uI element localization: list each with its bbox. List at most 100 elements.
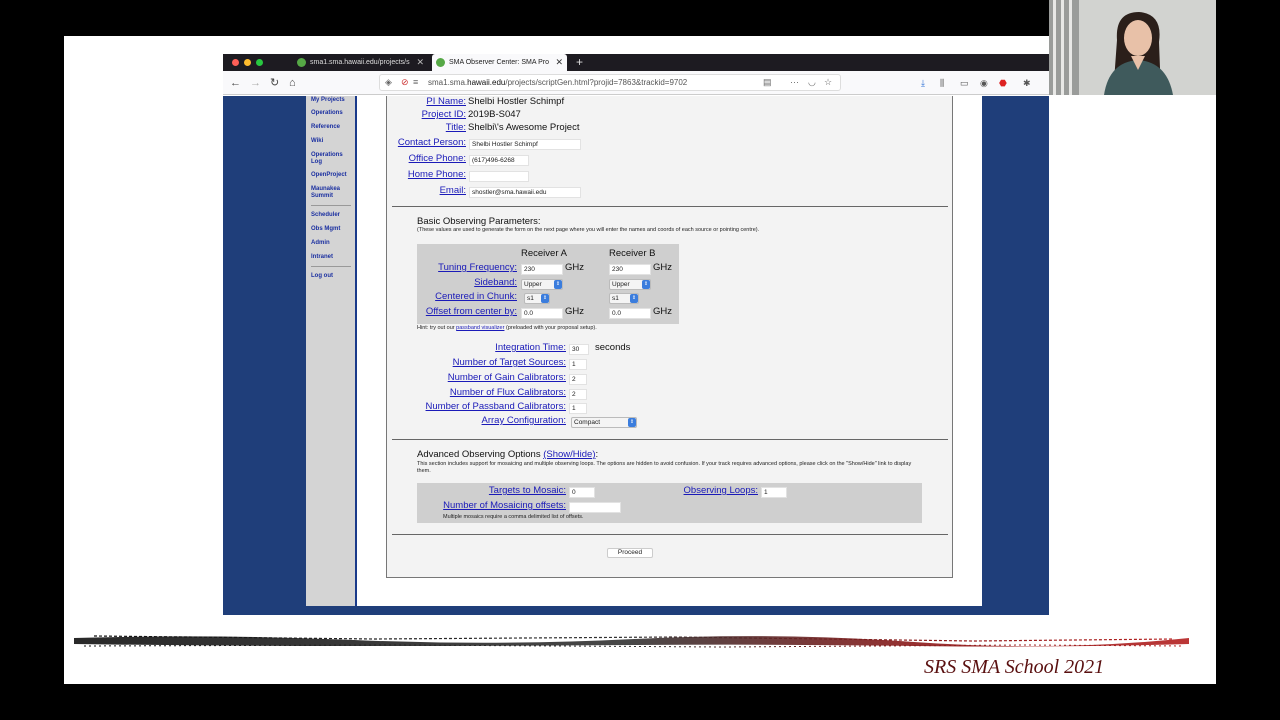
- proceed-button[interactable]: Proceed: [607, 548, 653, 558]
- nav-openproject[interactable]: OpenProject: [311, 172, 355, 179]
- permissions-icon[interactable]: ≡: [413, 75, 418, 90]
- tuning-frequency-label[interactable]: Tuning Frequency:: [438, 262, 517, 273]
- reload-icon[interactable]: ↻: [270, 75, 279, 91]
- targets-to-mosaic-field[interactable]: 0: [569, 487, 595, 498]
- tuning-frequency-b-field[interactable]: 230: [609, 264, 651, 275]
- tab-2[interactable]: SMA Observer Center: SMA Pro ✕: [432, 54, 567, 71]
- download-icon[interactable]: ⤓: [921, 76, 925, 90]
- url-bar[interactable]: ◈ ⊘ ≡ sma1.sma.hawaii.edu/projects/scrip…: [379, 74, 841, 91]
- minimize-window-icon[interactable]: [244, 59, 251, 66]
- nav-operations-log[interactable]: Operations Log: [311, 152, 353, 166]
- nav-obs-mgmt[interactable]: Obs Mgmt: [311, 226, 355, 233]
- receiver-a-header: Receiver A: [521, 248, 567, 259]
- tab-close-icon[interactable]: ✕: [555, 54, 563, 71]
- offset-a-field[interactable]: 0.0: [521, 308, 563, 319]
- chunk-b-select[interactable]: s1 ⇕: [609, 293, 639, 304]
- project-id-label[interactable]: Project ID:: [422, 109, 466, 120]
- select-arrow-icon: ⇕: [554, 280, 562, 289]
- pocket-icon[interactable]: ◡: [808, 75, 816, 90]
- show-hide-link[interactable]: (Show/Hide): [543, 449, 595, 460]
- shield-icon[interactable]: ◈: [385, 75, 392, 90]
- targets-to-mosaic-label[interactable]: Targets to Mosaic:: [489, 485, 566, 496]
- home-phone-field[interactable]: [469, 171, 529, 182]
- flux-calibrators-field[interactable]: 2: [569, 389, 587, 400]
- select-arrow-icon: ⇕: [630, 294, 638, 303]
- observing-loops-label[interactable]: Observing Loops:: [684, 485, 758, 496]
- ghz-unit: GHz: [653, 306, 672, 317]
- select-arrow-icon: ⇕: [642, 280, 650, 289]
- sideband-a-select[interactable]: Upper ⇕: [521, 279, 563, 290]
- passband-visualizer-link[interactable]: passband visualizer: [456, 325, 504, 331]
- offset-b-field[interactable]: 0.0: [609, 308, 651, 319]
- nav-scheduler[interactable]: Scheduler: [311, 212, 355, 219]
- insecure-lock-icon[interactable]: ⊘: [401, 75, 409, 90]
- tab-1[interactable]: sma1.sma.hawaii.edu/projects/s ✕: [293, 54, 428, 71]
- email-field[interactable]: shostler@sma.hawaii.edu: [469, 187, 581, 198]
- url-path: /projects/scriptGen.html?projid=7863&tra…: [505, 78, 688, 87]
- page-actions-icon[interactable]: ···: [790, 75, 799, 90]
- nav-log-out[interactable]: Log out: [311, 273, 355, 280]
- array-configuration-select[interactable]: Compact ⇕: [571, 417, 637, 428]
- script-generator-form: PI Name: Shelbi Hostler Schimpf Project …: [386, 96, 953, 578]
- main-content: PI Name: Shelbi Hostler Schimpf Project …: [357, 96, 982, 606]
- passband-calibrators-field[interactable]: 1: [569, 403, 587, 414]
- back-icon[interactable]: ←: [230, 75, 241, 91]
- home-icon[interactable]: ⌂: [289, 75, 296, 91]
- gain-calibrators-field[interactable]: 2: [569, 374, 587, 385]
- integration-time-label[interactable]: Integration Time:: [495, 342, 566, 353]
- bookmark-star-icon[interactable]: ☆: [824, 75, 832, 90]
- chunk-a-select[interactable]: s1 ⇕: [524, 293, 550, 304]
- receiver-b-header: Receiver B: [609, 248, 656, 259]
- sidebar-icon[interactable]: ▭: [960, 76, 969, 90]
- library-icon[interactable]: ⫼: [940, 76, 944, 90]
- centered-in-chunk-label[interactable]: Centered in Chunk:: [435, 291, 517, 302]
- nav-reference[interactable]: Reference: [311, 124, 355, 131]
- brush-stroke-divider: [74, 635, 1189, 648]
- contact-person-field[interactable]: Shelbi Hostler Schimpf: [469, 139, 581, 150]
- nav-my-projects[interactable]: My Projects: [311, 97, 355, 104]
- adblock-icon[interactable]: ⬣: [999, 76, 1007, 90]
- mosaicing-offsets-label[interactable]: Number of Mosaicing offsets:: [443, 500, 566, 511]
- sideband-label[interactable]: Sideband:: [474, 277, 517, 288]
- offset-from-center-label[interactable]: Offset from center by:: [426, 306, 517, 317]
- home-phone-label[interactable]: Home Phone:: [408, 169, 466, 180]
- nav-admin[interactable]: Admin: [311, 240, 355, 247]
- account-icon[interactable]: ◉: [980, 76, 988, 90]
- new-tab-icon[interactable]: +: [576, 54, 583, 71]
- sideband-b-select[interactable]: Upper ⇕: [609, 279, 651, 290]
- observing-loops-field[interactable]: 1: [761, 487, 787, 498]
- sideband-b-value: Upper: [612, 281, 630, 288]
- office-phone-field[interactable]: (617)496-6268: [469, 155, 529, 166]
- target-sources-field[interactable]: 1: [569, 359, 587, 370]
- tuning-frequency-a-field[interactable]: 230: [521, 264, 563, 275]
- pi-name-label[interactable]: PI Name:: [426, 96, 466, 107]
- nav-intranet[interactable]: Intranet: [311, 254, 355, 261]
- contact-person-label[interactable]: Contact Person:: [398, 137, 466, 148]
- gain-calibrators-label[interactable]: Number of Gain Calibrators:: [448, 372, 566, 383]
- email-label[interactable]: Email:: [440, 185, 466, 196]
- office-phone-label[interactable]: Office Phone:: [409, 153, 466, 164]
- sideband-a-value: Upper: [524, 281, 542, 288]
- forward-icon[interactable]: →: [250, 75, 261, 91]
- basic-parameters-heading: Basic Observing Parameters:: [417, 216, 541, 227]
- array-configuration-label[interactable]: Array Configuration:: [482, 415, 566, 426]
- maximize-window-icon[interactable]: [256, 59, 263, 66]
- integration-time-field[interactable]: 30: [569, 344, 589, 355]
- title-label[interactable]: Title:: [446, 122, 466, 133]
- passband-hint: Hint: try out our passband visualizer (p…: [417, 325, 597, 332]
- flux-calibrators-label[interactable]: Number of Flux Calibrators:: [450, 387, 566, 398]
- select-arrow-icon: ⇕: [541, 294, 549, 303]
- close-window-icon[interactable]: [232, 59, 239, 66]
- hint-prefix: Hint: try out our: [417, 325, 455, 331]
- tab-close-icon[interactable]: ✕: [416, 54, 424, 71]
- mosaicing-offsets-field[interactable]: [569, 502, 621, 513]
- sma-favicon-icon: [297, 58, 306, 67]
- reader-view-icon[interactable]: ▤: [763, 75, 772, 90]
- nav-wiki[interactable]: Wiki: [311, 138, 355, 145]
- target-sources-label[interactable]: Number of Target Sources:: [453, 357, 566, 368]
- extensions-icon[interactable]: ✱: [1023, 76, 1031, 90]
- nav-operations[interactable]: Operations: [311, 110, 355, 117]
- nav-maunakea-summit[interactable]: Maunakea Summit: [311, 186, 351, 200]
- web-page: My Projects Operations Reference Wiki Op…: [223, 96, 1049, 615]
- passband-calibrators-label[interactable]: Number of Passband Calibrators:: [426, 401, 566, 412]
